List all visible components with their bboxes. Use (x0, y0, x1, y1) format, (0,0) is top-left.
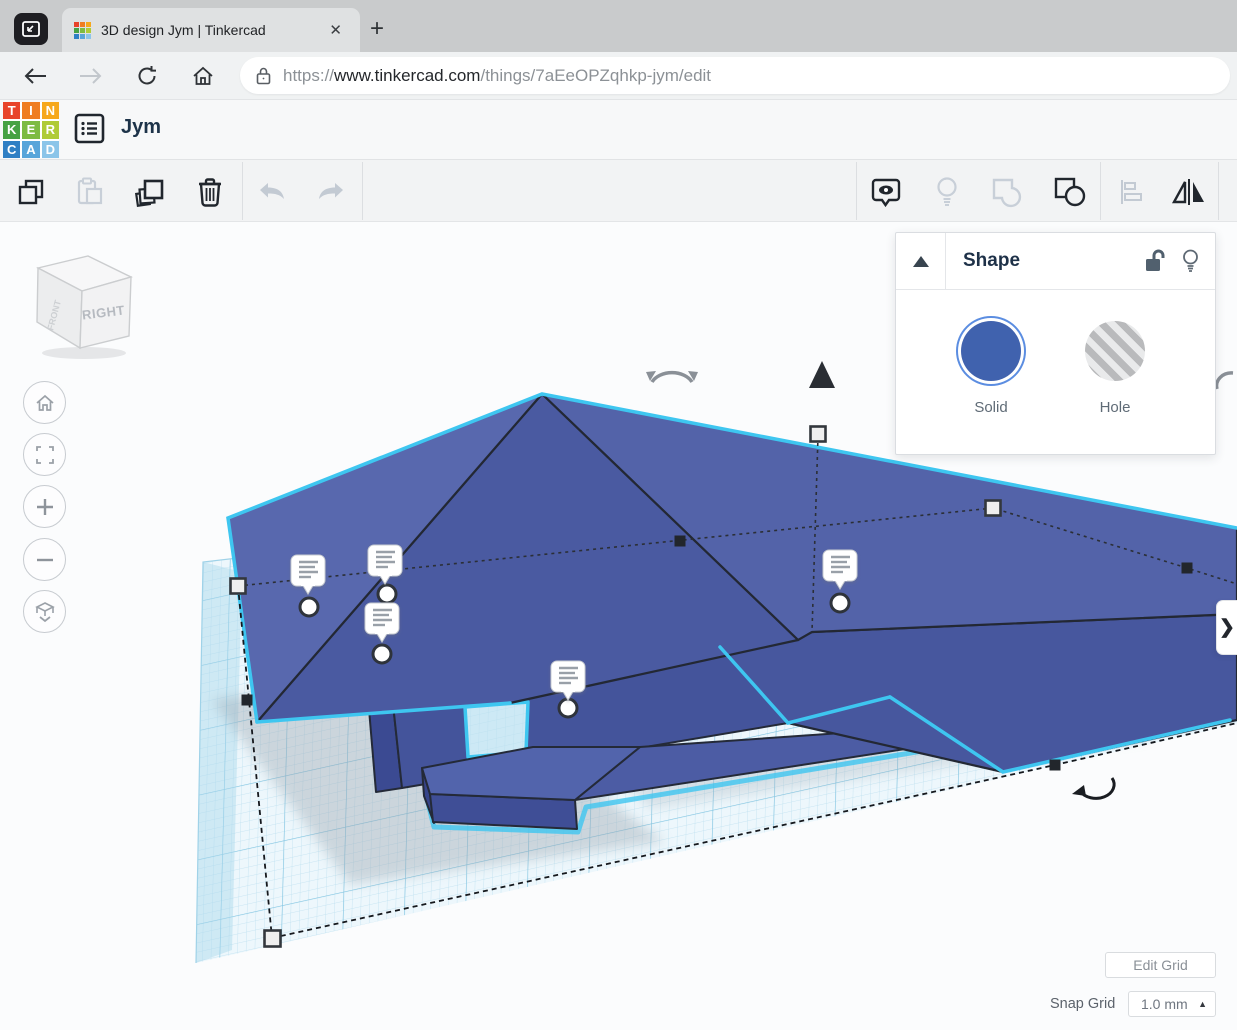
redo-icon (315, 180, 347, 204)
group-button[interactable] (987, 172, 1027, 212)
hole-label: Hole (1055, 399, 1175, 416)
home-view-icon (35, 394, 55, 412)
copy-button[interactable] (11, 172, 51, 212)
fit-view-button[interactable] (23, 433, 66, 476)
undo-icon (256, 180, 288, 204)
shape-panel-header: Shape (896, 233, 1215, 290)
view-cube[interactable]: RIGHT FRONT (37, 256, 131, 359)
tinkercad-favicon-icon (74, 22, 91, 39)
fit-view-icon (35, 445, 55, 465)
design-menu-button[interactable] (74, 113, 105, 144)
delete-button[interactable] (190, 172, 230, 212)
toolbar-divider (1100, 162, 1101, 220)
back-button[interactable] (18, 59, 52, 93)
collapse-panel-button[interactable] (896, 233, 946, 290)
lock-icon (256, 67, 271, 85)
delete-icon (196, 176, 224, 208)
collapse-arrow-icon (913, 256, 929, 267)
ungroup-button[interactable] (1050, 172, 1090, 212)
unlock-icon[interactable] (1144, 249, 1166, 273)
paste-icon (75, 177, 103, 207)
new-tab-button[interactable]: + (370, 17, 384, 41)
design-title: Jym (121, 116, 161, 139)
hole-swatch (1085, 321, 1145, 381)
copy-icon (16, 177, 46, 207)
tinkercad-header (0, 100, 1237, 160)
hole-option[interactable]: Hole (1055, 321, 1175, 416)
shape-panel-title: Shape (963, 250, 1144, 272)
tab-title: 3D design Jym | Tinkercad (101, 22, 323, 38)
group-icon (990, 176, 1024, 208)
align-button[interactable] (1111, 172, 1151, 212)
paste-button[interactable] (69, 172, 109, 212)
tab-actions-icon (21, 20, 41, 38)
align-icon (1117, 178, 1145, 206)
raise-handle[interactable] (809, 361, 835, 388)
toolbar-divider (242, 162, 243, 220)
home-button[interactable] (186, 59, 220, 93)
redo-button[interactable] (311, 172, 351, 212)
mirror-icon (1171, 177, 1207, 207)
toolbar-divider (362, 162, 363, 220)
duplicate-icon (134, 176, 166, 208)
toolbar-divider (1218, 162, 1219, 220)
rotate-handle[interactable] (1072, 778, 1114, 798)
dropdown-arrow-icon: ▲ (1198, 999, 1207, 1009)
solid-option[interactable]: Solid (931, 321, 1051, 416)
perspective-toggle-button[interactable] (23, 590, 66, 633)
snap-grid-label: Snap Grid (1050, 996, 1115, 1012)
zoom-out-icon (35, 550, 55, 570)
shape-inspector-panel: Shape Solid Hole (895, 232, 1216, 455)
edit-grid-button[interactable]: Edit Grid (1105, 952, 1216, 978)
undo-button[interactable] (252, 172, 292, 212)
refresh-button[interactable] (130, 59, 164, 93)
design-menu-icon (74, 113, 105, 144)
snap-grid-select[interactable]: 1.0 mm ▲ (1128, 991, 1216, 1017)
rotate-handle[interactable] (1217, 373, 1233, 389)
address-bar[interactable]: https://www.tinkercad.com/things/7aEeOPZ… (240, 57, 1230, 94)
rotate-handle[interactable] (646, 371, 698, 382)
toggle-notes-button[interactable] (866, 172, 906, 212)
hide-selected-button[interactable] (927, 172, 967, 212)
side-panel-toggle[interactable]: ❯ (1216, 600, 1237, 655)
solid-label: Solid (931, 399, 1051, 416)
duplicate-button[interactable] (130, 172, 170, 212)
lightbulb-icon[interactable] (1182, 249, 1199, 273)
zoom-in-button[interactable] (23, 485, 66, 528)
toolbar-divider (856, 162, 857, 220)
ungroup-icon (1053, 176, 1087, 208)
forward-button[interactable] (74, 59, 108, 93)
browser-tab[interactable]: 3D design Jym | Tinkercad ✕ (62, 8, 360, 52)
zoom-out-button[interactable] (23, 538, 66, 581)
tab-actions-button[interactable] (14, 13, 48, 45)
hide-selected-icon (934, 176, 960, 208)
zoom-in-icon (35, 497, 55, 517)
url-text: https://www.tinkercad.com/things/7aEeOPZ… (283, 66, 711, 86)
mirror-button[interactable] (1169, 172, 1209, 212)
snap-grid-value: 1.0 mm (1141, 996, 1188, 1012)
tab-close-icon[interactable]: ✕ (323, 19, 348, 41)
solid-swatch (961, 321, 1021, 381)
tinkercad-logo[interactable]: T I N K E R C A D (3, 102, 59, 158)
toggle-notes-icon (870, 176, 902, 208)
view-home-button[interactable] (23, 381, 66, 424)
perspective-icon (34, 601, 56, 623)
